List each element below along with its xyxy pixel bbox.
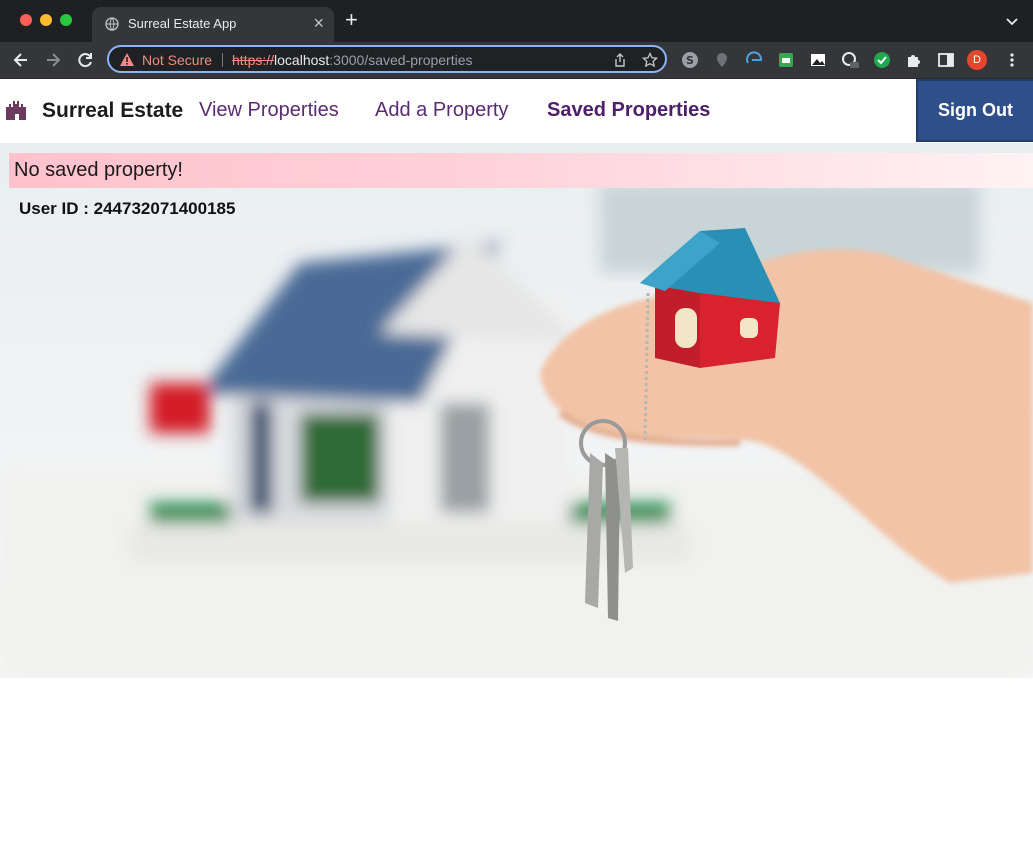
bookmark-star-icon[interactable] xyxy=(642,52,658,68)
castle-icon xyxy=(6,101,26,120)
chevron-down-icon[interactable] xyxy=(1005,14,1019,28)
location-pin-icon[interactable] xyxy=(713,51,731,69)
browser-tab-bar: Surreal Estate App × + xyxy=(0,0,1033,42)
edge-extension-icon[interactable] xyxy=(745,51,763,69)
user-id-label: User ID : 244732071400185 xyxy=(19,199,236,218)
forward-arrow-icon[interactable] xyxy=(43,50,63,70)
minimize-window-button[interactable] xyxy=(40,14,52,26)
hero-background-image xyxy=(0,143,1033,678)
kebab-menu-icon[interactable] xyxy=(1003,51,1021,69)
tab-title: Surreal Estate App xyxy=(128,16,237,31)
sign-out-button[interactable]: Sign Out xyxy=(916,79,1033,142)
nav-add-property[interactable]: Add a Property xyxy=(375,99,508,122)
omnibox-separator xyxy=(222,53,223,67)
profile-avatar[interactable]: D xyxy=(967,50,987,70)
close-window-button[interactable] xyxy=(20,14,32,26)
checkmark-extension-icon[interactable] xyxy=(873,51,891,69)
nav-saved-properties[interactable]: Saved Properties xyxy=(547,99,710,122)
close-tab-icon[interactable]: × xyxy=(313,14,324,32)
brand-name[interactable]: Surreal Estate xyxy=(42,99,183,123)
new-tab-button[interactable]: + xyxy=(345,9,358,31)
warning-triangle-icon xyxy=(120,53,134,66)
skype-extension-icon[interactable]: S xyxy=(681,51,699,69)
globe-icon xyxy=(105,17,119,31)
address-bar[interactable]: Not Secure https://localhost:3000/saved-… xyxy=(107,45,667,73)
house-with-keys-image xyxy=(0,143,1033,678)
browser-tab[interactable]: Surreal Estate App × xyxy=(92,7,334,42)
not-secure-label[interactable]: Not Secure xyxy=(142,52,212,68)
puzzle-extensions-icon[interactable] xyxy=(905,51,923,69)
url-text[interactable]: https://localhost:3000/saved-properties xyxy=(232,52,473,68)
share-icon[interactable] xyxy=(612,52,628,68)
svg-text:S: S xyxy=(686,54,694,67)
nav-view-properties[interactable]: View Properties xyxy=(199,99,339,122)
spy-extension-icon[interactable] xyxy=(841,51,859,69)
image-extension-icon[interactable] xyxy=(809,51,827,69)
side-panel-icon[interactable] xyxy=(937,51,955,69)
maximize-window-button[interactable] xyxy=(60,14,72,26)
app-navbar: Surreal Estate View Properties Add a Pro… xyxy=(0,79,1033,143)
reload-icon[interactable] xyxy=(75,50,95,70)
printer-extension-icon[interactable] xyxy=(777,51,795,69)
no-saved-property-alert: No saved property! xyxy=(9,153,1033,188)
back-arrow-icon[interactable] xyxy=(11,50,31,70)
browser-toolbar: Not Secure https://localhost:3000/saved-… xyxy=(0,42,1033,79)
